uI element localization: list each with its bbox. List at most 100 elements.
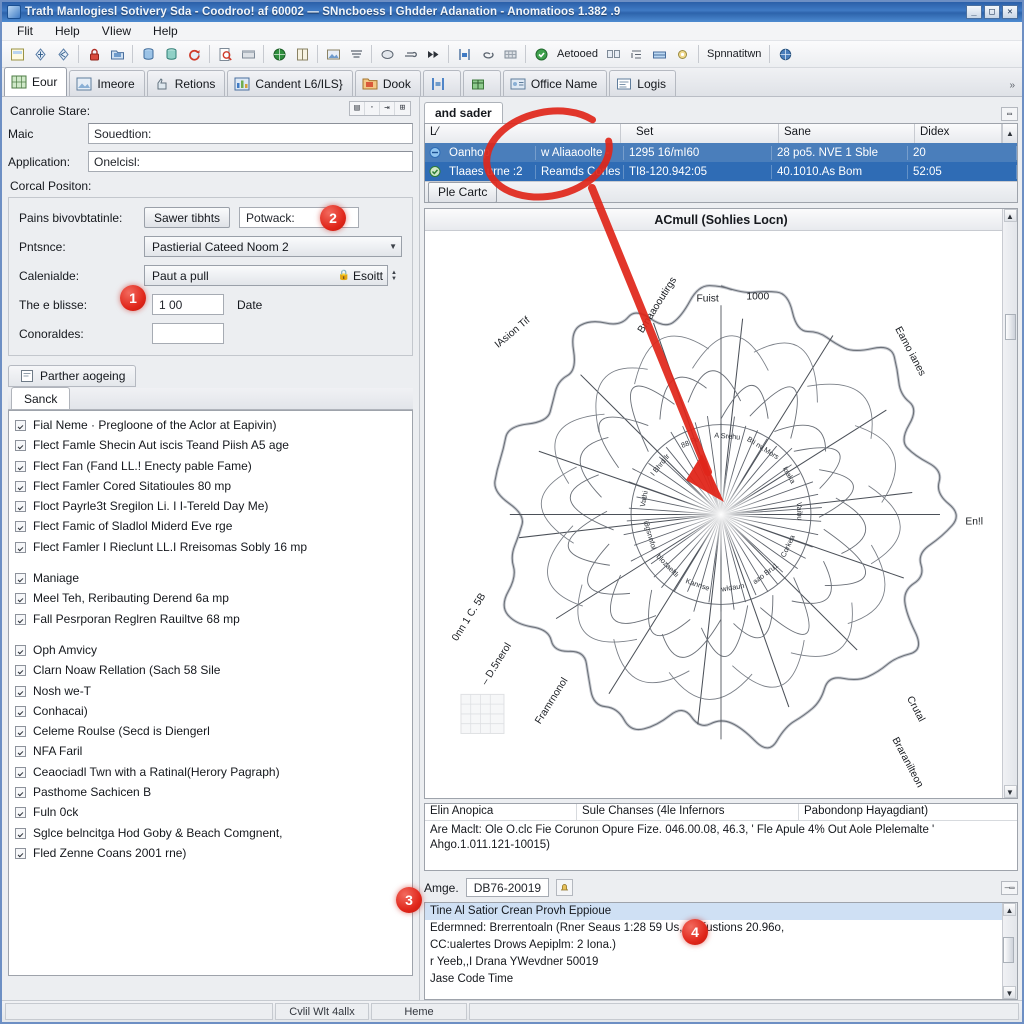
detail-header-sule[interactable]: Sule Chanses (4le Infernors (577, 804, 799, 820)
list-item[interactable]: NFA Faril (15, 743, 408, 763)
minimize-button[interactable]: _ (966, 5, 982, 19)
log-scroll-down-arrow[interactable]: ▼ (1003, 986, 1016, 999)
checkbox-icon[interactable] (15, 521, 26, 533)
checkbox-icon[interactable] (15, 685, 26, 697)
visualization-scrollbar[interactable]: ▲ ▼ (1002, 209, 1017, 798)
log-panel[interactable]: Tine Al Satior Crean Provh Eppioue Edermn… (424, 902, 1018, 1000)
database-blue-icon[interactable] (137, 44, 159, 65)
log-line[interactable]: Jase Code Time (425, 971, 1002, 988)
checkbox-icon[interactable] (15, 460, 26, 472)
ple-cartc-button[interactable]: Ple Cartc (428, 181, 498, 203)
indent-icon[interactable] (626, 44, 648, 65)
list-item[interactable]: Flect Fan (Fand LL.! Enecty pable Fame) (15, 458, 408, 478)
globe-blue-icon[interactable] (774, 44, 796, 65)
tab-overflow-chevron-icon[interactable]: » (1009, 80, 1022, 96)
refresh-red-icon[interactable] (183, 44, 205, 65)
scrollbar-thumb[interactable] (1004, 314, 1016, 340)
checkbox-icon[interactable] (15, 480, 26, 492)
list-item[interactable]: Ceaociadl Twn with a Ratinal(Herory Pagr… (15, 764, 408, 784)
toolbar-label-spnnatitwn[interactable]: Spnnatitwn (703, 48, 765, 60)
grid-header-l[interactable]: L⁄ (425, 124, 621, 143)
gear-yellow-icon[interactable] (672, 44, 694, 65)
checkbox-icon[interactable] (15, 665, 26, 677)
detail-header-pabondonp[interactable]: Pabondonp Hayagdiant) (799, 804, 1017, 820)
checkbox-icon[interactable] (15, 847, 26, 859)
drawer-icon[interactable] (649, 44, 671, 65)
checkbox-icon[interactable] (15, 746, 26, 758)
visualization-canvas[interactable]: A Srehu Bti nv.Mors kraka Vaibu Corkea aao Br… (425, 231, 1017, 798)
list-item[interactable]: Fled Zenne Coans 2001 rne) (15, 845, 408, 865)
list-item[interactable]: Sglce belncitga Hod Goby & Beach Comgnen… (15, 825, 408, 845)
mini-tool-tab-icon[interactable]: ⇥ (380, 102, 395, 115)
tab-dook[interactable]: Dook (354, 70, 421, 96)
checkbox-icon[interactable] (15, 827, 26, 839)
list-item[interactable]: Flect Famic of Sladlol Miderd Eve rge (15, 518, 408, 538)
status-cell-cvlil[interactable]: Cvlil Wlt 4allx (275, 1003, 369, 1020)
calenialde-combobox[interactable]: Paut a pull 🔒 Esoitt (144, 265, 388, 286)
new-document-icon[interactable] (6, 44, 28, 65)
chart-blue-icon[interactable] (453, 44, 475, 65)
bell-icon[interactable] (556, 879, 574, 896)
list-item[interactable]: Meel Teh, Reribauting Derend 6a mp (15, 590, 408, 610)
mini-tool-dot-icon[interactable]: · (365, 102, 380, 115)
tab-and-sader[interactable]: and sader (424, 102, 503, 123)
checkbox-icon[interactable] (15, 705, 26, 717)
grid-header-didex[interactable]: Didex (915, 124, 1002, 143)
list-item[interactable]: Pasthome Sachicen B (15, 784, 408, 804)
results-grid[interactable]: L⁄ Set Sane Didex ▲ Oanhop w Aliaaoolte … (424, 123, 1018, 203)
list-item[interactable]: Fuln 0ck (15, 804, 408, 824)
list-item[interactable]: Fall Pesrporan Reglren Rauiltve 68 mp (15, 611, 408, 631)
checkbox-icon[interactable] (15, 593, 26, 605)
tab-gift[interactable] (462, 70, 501, 96)
pntsnce-combobox[interactable]: Pastierial Cateed Noom 2 ▼ (144, 236, 402, 257)
panel-pin-button[interactable]: ▭ (1001, 107, 1018, 121)
close-button[interactable]: ✕ (1002, 5, 1018, 19)
book-icon[interactable] (291, 44, 313, 65)
blisse-value-field[interactable]: 1 00 (152, 294, 224, 315)
grid-gray-icon[interactable] (499, 44, 521, 65)
open-folder-icon[interactable] (106, 44, 128, 65)
checkbox-icon[interactable] (15, 787, 26, 799)
checkbox-icon[interactable] (15, 766, 26, 778)
tab-eour[interactable]: Eour (4, 67, 68, 96)
command-input[interactable]: DB76-20019 (465, 878, 550, 897)
list-item[interactable]: Clarn Noaw Rellation (Sach 58 Sile (15, 662, 408, 682)
wrench-icon[interactable] (399, 44, 421, 65)
maximize-button[interactable]: □ (984, 5, 1000, 19)
fast-forward-icon[interactable] (422, 44, 444, 65)
checkbox-icon[interactable] (15, 420, 26, 431)
log-line[interactable]: CC:ualertes Drows Aepiplm: 2 Iona.) (425, 937, 1002, 954)
list-item[interactable]: Flect Famler I Rieclunt LL.I Rreisomas S… (15, 539, 408, 559)
calenialde-spinner[interactable]: ▲ ▼ (391, 270, 402, 282)
menu-item-help-2[interactable]: Help (144, 22, 187, 40)
subtab-parther-aogeing[interactable]: Parther aogeing (8, 365, 137, 387)
list-item[interactable]: Maniage (15, 570, 408, 590)
checklist[interactable]: Fial Neme · Pregloone of the Aclor at Ea… (8, 410, 413, 976)
table-row[interactable]: Oanhop w Aliaaoolte - 1295 16/mI60 28 po… (425, 143, 1017, 162)
database-teal-icon[interactable] (160, 44, 182, 65)
list-item[interactable]: Fial Neme · Pregloone of the Aclor at Ea… (15, 417, 408, 437)
checkbox-icon[interactable] (15, 541, 26, 553)
globe-green-icon[interactable] (268, 44, 290, 65)
list-item[interactable]: Nosh we-T (15, 683, 408, 703)
list-item[interactable]: Celeme Roulse (Secd is Diengerl (15, 723, 408, 743)
mini-tool-list-icon[interactable]: ▤ (350, 102, 365, 115)
diamond-up-icon[interactable] (29, 44, 51, 65)
checkbox-icon[interactable] (15, 613, 26, 625)
grid-header-sane[interactable]: Sane (779, 124, 915, 143)
status-cell-heme[interactable]: Heme (371, 1003, 467, 1020)
log-line[interactable]: Tine Al Satior Crean Provh Eppioue (425, 903, 1002, 920)
tab-candent-loms[interactable]: Candent L6/ILS} (227, 70, 353, 96)
radial-dendrogram-diagram[interactable]: A Srehu Bti nv.MorskrakaVaibuCorkeaaao Br… (425, 231, 1017, 798)
application-input[interactable]: Onelcisl: (88, 151, 413, 172)
checkbox-icon[interactable] (15, 644, 26, 656)
checkbox-icon[interactable] (15, 440, 26, 452)
flatten-icon[interactable] (345, 44, 367, 65)
menu-item-help[interactable]: Help (46, 22, 89, 40)
compare-icon[interactable] (603, 44, 625, 65)
tab-logis[interactable]: Logis (609, 70, 676, 96)
scroll-down-arrow[interactable]: ▼ (1003, 785, 1017, 798)
picture-icon[interactable] (322, 44, 344, 65)
tab-sanck[interactable]: Sanck (11, 387, 71, 409)
lasso-icon[interactable] (476, 44, 498, 65)
